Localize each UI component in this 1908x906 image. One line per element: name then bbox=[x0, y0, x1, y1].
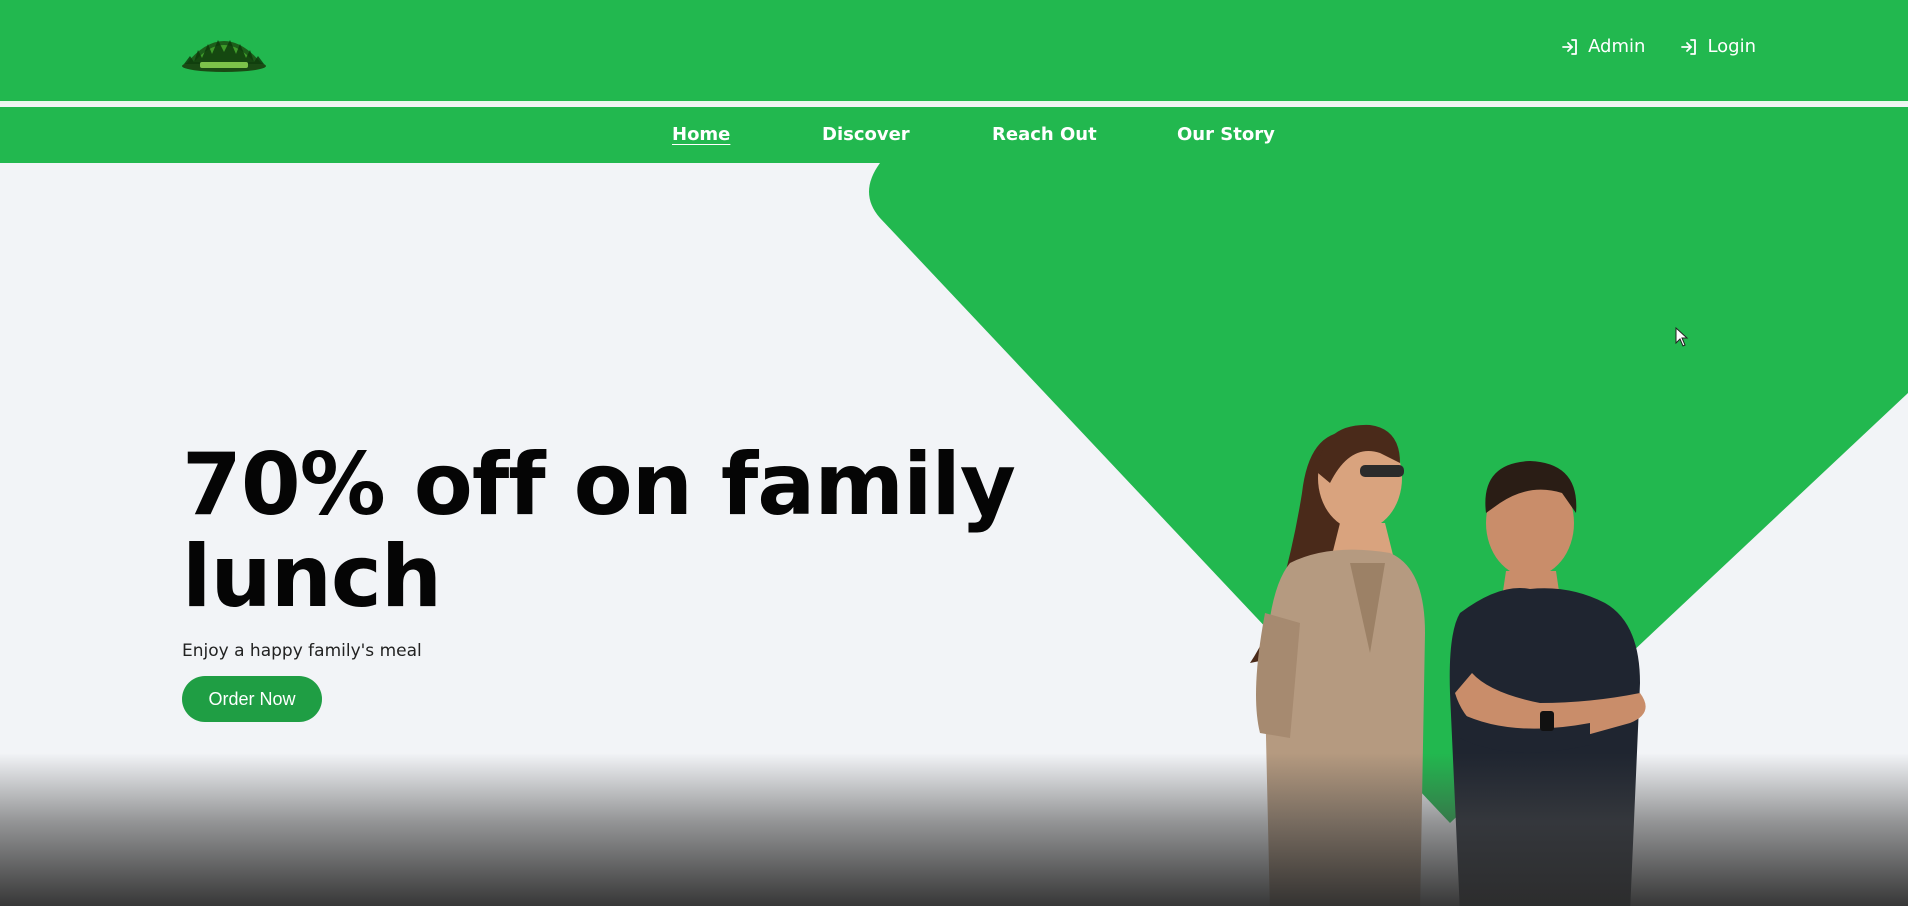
family-photo bbox=[1210, 393, 1700, 906]
login-arrow-icon bbox=[1679, 37, 1699, 57]
admin-link[interactable]: Admin bbox=[1560, 36, 1645, 57]
login-link-label: Login bbox=[1707, 36, 1756, 57]
mouse-cursor-icon bbox=[1675, 327, 1689, 347]
top-header: Admin Login bbox=[0, 0, 1908, 104]
login-arrow-icon bbox=[1560, 37, 1580, 57]
order-now-button[interactable]: Order Now bbox=[182, 676, 322, 722]
nav-item-home[interactable]: Home bbox=[672, 124, 730, 145]
nav-items: Home Discover Reach Out Our Story bbox=[0, 124, 1908, 148]
brand-logo[interactable] bbox=[180, 26, 268, 74]
auth-links: Admin Login bbox=[1560, 36, 1756, 57]
nav-item-discover[interactable]: Discover bbox=[822, 124, 910, 145]
hero-headline: 70% off on family lunch bbox=[182, 435, 1016, 627]
nav-item-our-story[interactable]: Our Story bbox=[1177, 124, 1275, 145]
hero-section: 70% off on family lunch Enjoy a happy fa… bbox=[0, 163, 1908, 906]
landing-page: Admin Login Home Discover Reach Out Our … bbox=[0, 0, 1908, 906]
hero-subtitle: Enjoy a happy family's meal bbox=[182, 641, 422, 661]
main-nav: Home Discover Reach Out Our Story bbox=[0, 107, 1908, 163]
login-link[interactable]: Login bbox=[1679, 36, 1756, 57]
nav-item-reach-out[interactable]: Reach Out bbox=[992, 124, 1097, 145]
admin-link-label: Admin bbox=[1588, 36, 1646, 57]
